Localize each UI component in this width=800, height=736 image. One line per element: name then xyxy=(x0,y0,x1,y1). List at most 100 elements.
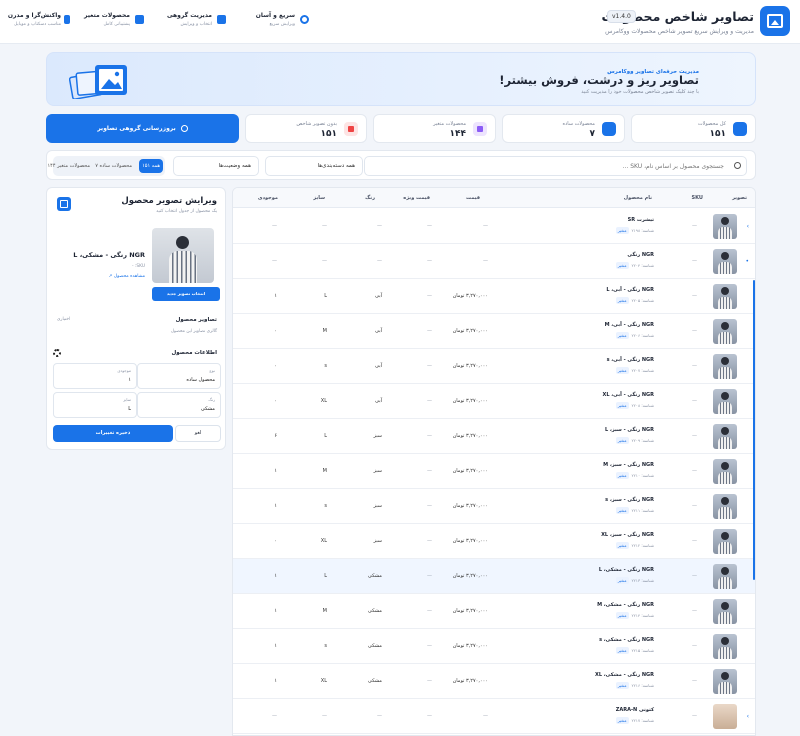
cell-color: آبی xyxy=(375,398,382,404)
cell-stock: ۰ xyxy=(274,328,277,334)
cancel-button[interactable]: لغو xyxy=(175,425,221,442)
cell-price: ۳,۲۷۰,۰۰۰ تومان xyxy=(452,328,488,334)
cell-size: L xyxy=(324,433,327,439)
cell-color: سبز xyxy=(373,538,382,544)
variation-indicator xyxy=(755,559,756,594)
table-row[interactable]: NGR رنگی - سبز، s شناسه: ۲۲۱۱ متغیر — ۳,۲۷۰,… xyxy=(233,489,755,524)
pick-image-button[interactable]: انتخاب تصویر جدید xyxy=(152,287,220,301)
cell-size: — xyxy=(322,713,327,719)
stock-field[interactable]: موجودی ۱ xyxy=(53,363,137,389)
variation-indicator xyxy=(755,629,756,664)
type-badge: متغیر xyxy=(615,227,629,234)
cell-color: آبی xyxy=(375,293,382,299)
optional-label: اختیاری xyxy=(57,317,71,322)
product-thumbnail[interactable] xyxy=(713,354,737,379)
cell-size: M xyxy=(322,328,327,334)
product-thumbnail[interactable] xyxy=(713,529,737,554)
nav-item-variable[interactable]: محصولات متغیر پشتیبانی کامل xyxy=(80,11,148,33)
product-thumbnail[interactable] xyxy=(713,214,737,239)
product-thumbnail[interactable] xyxy=(713,389,737,414)
product-thumbnail[interactable] xyxy=(713,459,737,484)
expand-icon[interactable]: › xyxy=(747,223,749,230)
tab-simple[interactable]: محصولات ساده ۷ xyxy=(92,159,135,173)
table-row[interactable]: • NGR رنگی شناسه: ۲۲۰۴ متغیر — — — — — — xyxy=(233,244,755,279)
variation-indicator xyxy=(755,664,756,699)
tab-variable[interactable]: محصولات متغیر ۱۴۴ xyxy=(48,159,93,173)
product-thumbnail[interactable] xyxy=(713,494,737,519)
category-select[interactable]: همه دسته‌بندی‌ها xyxy=(265,156,363,176)
product-name: کتونی ZARA-N xyxy=(615,707,654,713)
cell-price: — xyxy=(483,223,488,229)
top-bar: تصاویر شاخص محصولات مدیریت و ویرایش سریع… xyxy=(0,0,800,44)
cell-color: سبز xyxy=(373,503,382,509)
tab-all[interactable]: همه ۱۵۱ xyxy=(139,159,163,173)
variation-indicator xyxy=(755,524,756,559)
variation-indicator xyxy=(755,454,756,489)
table-row[interactable]: NGR رنگی - آبی، s شناسه: ۲۲۰۷ متغیر — ۳,۲۷۰,… xyxy=(233,349,756,384)
save-button[interactable]: ذخیره تغییرات xyxy=(53,425,173,442)
type-badge: متغیر xyxy=(615,472,629,479)
product-thumbnail[interactable] xyxy=(713,704,737,729)
expand-icon[interactable]: › xyxy=(747,713,749,720)
table-row[interactable]: NGR رنگی - مشکی، s شناسه: ۲۲۱۵ متغیر — ۳,۲۷۰… xyxy=(233,629,756,664)
product-meta: شناسه: ۲۲۱۰ متغیر xyxy=(615,472,654,479)
cell-sku: — xyxy=(692,223,697,229)
cell-color: — xyxy=(377,258,382,264)
filter-bar: همه دسته‌بندی‌ها همه وضعیت‌ها همه ۱۵۱ مح… xyxy=(46,150,756,180)
table-row[interactable]: NGR رنگی - آبی، L شناسه: ۲۲۰۵ متغیر — ۳,۲۷۰,… xyxy=(233,279,755,314)
product-thumbnail[interactable] xyxy=(713,669,737,694)
table-row[interactable]: NGR رنگی - سبز، XL شناسه: ۲۲۱۲ متغیر — ۳,۲۷۰… xyxy=(233,524,756,559)
product-meta: شناسه: ۲۲۱۷ متغیر xyxy=(615,717,654,724)
image-icon xyxy=(217,15,226,24)
cell-price: ۳,۲۷۰,۰۰۰ تومان xyxy=(452,503,488,509)
expand-icon[interactable]: • xyxy=(745,258,749,265)
app-logo-icon xyxy=(760,6,790,36)
product-thumbnail[interactable] xyxy=(713,424,737,449)
no-image-icon xyxy=(344,122,358,136)
cell-sale: — xyxy=(427,678,432,684)
cell-sku: — xyxy=(692,363,697,369)
status-select[interactable]: همه وضعیت‌ها xyxy=(173,156,259,176)
product-thumbnail[interactable] xyxy=(713,599,737,624)
view-product-link[interactable]: مشاهده محصول ↗ xyxy=(109,274,145,279)
cell-sku: — xyxy=(692,573,697,579)
table-row[interactable]: › تیشرت SR شناسه: ۲۱۹۸ متغیر — — — — — — xyxy=(233,209,755,244)
table-row[interactable]: NGR رنگی - مشکی، L شناسه: ۲۲۱۳ متغیر — ۳,۲۷۰… xyxy=(233,559,756,594)
info-title: اطلاعات محصول xyxy=(171,350,217,356)
cell-price: ۳,۲۷۰,۰۰۰ تومان xyxy=(452,433,488,439)
variation-indicator xyxy=(755,314,756,349)
product-thumbnail[interactable] xyxy=(713,284,737,309)
nav-item-responsive[interactable]: واکنش‌گرا و مدرن مناسب دسکتاپ و موبایل xyxy=(8,11,74,33)
cell-sale: — xyxy=(427,573,432,579)
nav-item-fast[interactable]: سریع و آسان ویرایش سریع xyxy=(238,11,313,33)
product-thumbnail[interactable] xyxy=(713,249,737,274)
product-thumbnail[interactable] xyxy=(713,319,737,344)
nav-item-bulk[interactable]: مدیریت گروهی انتخاب و ویرایش xyxy=(150,11,230,33)
table-row[interactable]: NGR رنگی - سبز، M شناسه: ۲۲۱۰ متغیر — ۳,۲۷۰,… xyxy=(233,454,756,489)
cell-color: مشکی xyxy=(367,643,382,649)
table-row[interactable]: NGR رنگی - مشکی، XL شناسه: ۲۲۱۶ متغیر — ۳,۲۷… xyxy=(233,664,756,699)
product-name: NGR رنگی - سبز، L xyxy=(604,427,654,433)
type-badge: متغیر xyxy=(615,577,629,584)
cell-sale: — xyxy=(427,328,432,334)
product-meta: شناسه: ۲۲۱۱ متغیر xyxy=(615,507,654,514)
product-thumbnail[interactable] xyxy=(713,564,737,589)
grid-icon xyxy=(135,15,144,24)
app-subtitle: مدیریت و ویرایش سریع تصویر شاخص محصولات … xyxy=(605,28,754,35)
search-input[interactable] xyxy=(364,156,747,176)
gallery-note[interactable]: گالری تصاویر این محصول xyxy=(171,329,217,334)
table-row[interactable]: NGR رنگی - آبی، M شناسه: ۲۲۰۶ متغیر — ۳,۲۷۰,… xyxy=(233,314,756,349)
gear-icon[interactable] xyxy=(53,349,61,357)
bulk-update-button[interactable]: بروزرسانی گروهی تصاویر xyxy=(46,114,239,143)
type-badge: متغیر xyxy=(615,717,629,724)
cell-sale: — xyxy=(427,258,432,264)
table-row[interactable]: NGR رنگی - آبی، XL شناسه: ۲۲۰۸ متغیر — ۳,۲۷۰… xyxy=(233,384,755,419)
variation-indicator xyxy=(755,349,756,384)
table-row[interactable]: NGR رنگی - مشکی، M شناسه: ۲۲۱۴ متغیر — ۳,۲۷۰… xyxy=(233,594,755,629)
product-name: NGR رنگی - سبز، M xyxy=(603,462,654,468)
cell-stock: ۱ xyxy=(274,608,277,614)
scrollbar[interactable] xyxy=(753,280,755,580)
table-row[interactable]: › کتونی ZARA-N شناسه: ۲۲۱۷ متغیر — — — — — — xyxy=(233,699,755,734)
product-thumbnail[interactable] xyxy=(713,634,737,659)
table-row[interactable]: NGR رنگی - سبز، L شناسه: ۲۲۰۹ متغیر — ۳,۲۷۰,… xyxy=(233,419,755,454)
